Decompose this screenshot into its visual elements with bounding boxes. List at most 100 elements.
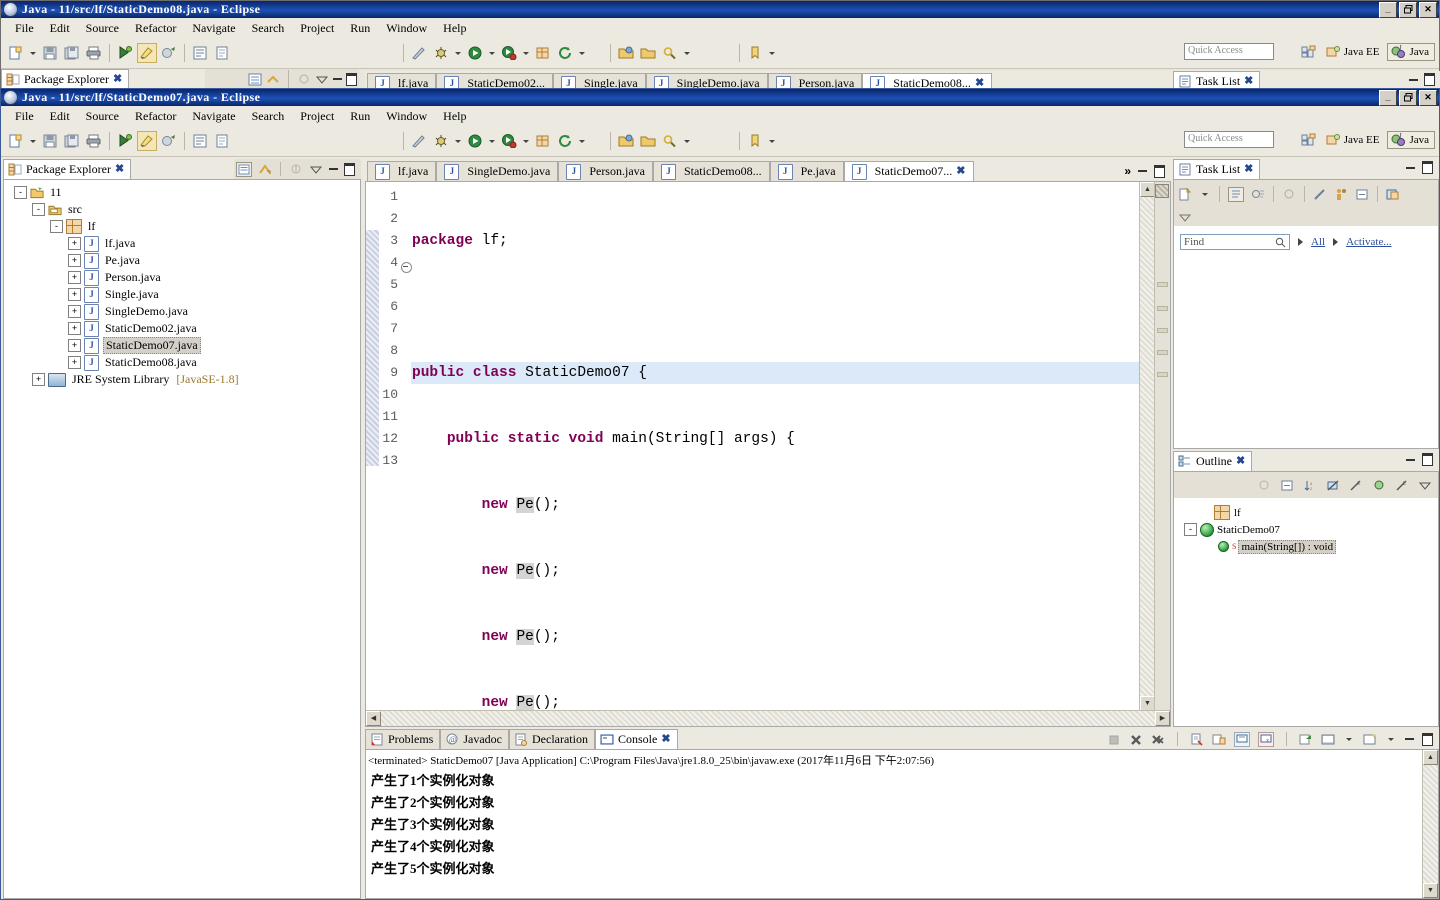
tree-toggle[interactable]: -: [14, 186, 27, 199]
open-type-icon[interactable]: [190, 131, 210, 151]
ruler-occurrence-mark[interactable]: [1157, 328, 1168, 333]
menu-source[interactable]: Source: [78, 20, 127, 37]
maximize-view-icon[interactable]: [1422, 161, 1433, 174]
console-tab[interactable]: Console ✖: [594, 729, 678, 749]
front-menubar[interactable]: File Edit Source Refactor Navigate Searc…: [1, 106, 1439, 126]
outline-view[interactable]: Outline ✖ az S L lf - StaticDemo07 S mai…: [1173, 451, 1439, 727]
debug-last-icon[interactable]: [115, 131, 135, 151]
menu-file[interactable]: File: [7, 20, 42, 37]
editor-tab-lf[interactable]: J lf.java: [367, 161, 437, 181]
menu-search[interactable]: Search: [244, 108, 293, 125]
minimize-view-icon[interactable]: [329, 168, 338, 170]
declaration-tab[interactable]: Declaration: [509, 729, 595, 749]
javadoc-tab[interactable]: @ Javadoc: [440, 729, 509, 749]
task-list-tabstrip[interactable]: Task List ✖: [1173, 159, 1439, 179]
tree-toggle[interactable]: +: [68, 271, 81, 284]
menu-edit[interactable]: Edit: [42, 20, 78, 37]
open-console-caret[interactable]: [1388, 737, 1394, 741]
maximize-view-icon[interactable]: [1424, 73, 1435, 86]
debug-dropdown-caret[interactable]: [455, 51, 461, 55]
new-package-icon[interactable]: [533, 43, 553, 63]
search-caret[interactable]: [684, 51, 690, 55]
bookmark-icon[interactable]: [745, 43, 765, 63]
bookmark-caret[interactable]: [769, 139, 775, 143]
perspective-switcher[interactable]: Java EE J Java: [1298, 130, 1435, 150]
front-toolbar[interactable]: Quick Access Java EE J Java: [1, 126, 1439, 157]
outline-tabstrip[interactable]: Outline ✖: [1173, 451, 1439, 471]
close-icon[interactable]: ✖: [661, 734, 670, 745]
run-config-icon[interactable]: [499, 43, 519, 63]
task-filter-all[interactable]: All: [1311, 236, 1325, 248]
save-all-icon[interactable]: [62, 131, 82, 151]
perspective-switcher[interactable]: Java EE J Java: [1298, 42, 1435, 62]
close-icon[interactable]: ✖: [113, 74, 122, 85]
run-icon[interactable]: [465, 131, 485, 151]
new-icon[interactable]: [6, 43, 26, 63]
maximize-button[interactable]: [1399, 89, 1417, 106]
tree-row-file[interactable]: + J Single.java: [4, 286, 360, 303]
tree-row-file[interactable]: + J lf.java: [4, 235, 360, 252]
background-explorer-view-toolbar[interactable]: [205, 69, 359, 89]
menu-project[interactable]: Project: [292, 20, 342, 37]
minimize-view-icon[interactable]: [1406, 458, 1415, 461]
scroll-down-arrow[interactable]: ▼: [1140, 696, 1155, 711]
close-icon[interactable]: ✖: [1244, 164, 1253, 175]
debug-dropdown-caret[interactable]: [455, 139, 461, 143]
minimize-view-icon[interactable]: [1405, 738, 1414, 740]
pen-icon[interactable]: [409, 131, 429, 151]
quick-access-input[interactable]: Quick Access: [1184, 43, 1274, 60]
scroll-right-arrow[interactable]: ▶: [1155, 711, 1170, 726]
menu-edit[interactable]: Edit: [42, 108, 78, 125]
pen-icon[interactable]: [409, 43, 429, 63]
outline-row-package[interactable]: lf: [1174, 504, 1438, 521]
tree-toggle[interactable]: -: [50, 220, 63, 233]
run-config-caret[interactable]: [523, 139, 529, 143]
editor-area[interactable]: J lf.java J SingleDemo.java J Person.jav…: [365, 159, 1171, 727]
open-type-icon[interactable]: [190, 43, 210, 63]
run-icon[interactable]: [465, 43, 485, 63]
editor-tab-overflow-chevron[interactable]: »: [1124, 164, 1131, 178]
task-list-toolbar[interactable]: [1174, 180, 1438, 208]
menu-window[interactable]: Window: [378, 20, 435, 37]
tree-row-file[interactable]: + J SingleDemo.java: [4, 303, 360, 320]
ruler-occurrence-mark[interactable]: [1157, 306, 1168, 311]
maximize-view-icon[interactable]: [344, 162, 355, 176]
task-list-view[interactable]: Task List ✖ Find All Activate...: [1173, 159, 1439, 449]
close-icon[interactable]: ✖: [1236, 456, 1245, 467]
search-caret[interactable]: [684, 139, 690, 143]
outline-row-class[interactable]: - StaticDemo07: [1174, 521, 1438, 538]
display-console-caret[interactable]: [1346, 737, 1352, 741]
ruler-occurrence-mark[interactable]: [1157, 350, 1168, 355]
run-config-caret[interactable]: [523, 51, 529, 55]
open-perspective-icon[interactable]: [1299, 130, 1319, 150]
front-window-titlebar[interactable]: Java - 11/src/lf/StaticDemo07.java - Ecl…: [1, 89, 1439, 106]
console-vertical-scrollbar[interactable]: ▲ ▼: [1422, 750, 1438, 898]
menu-search[interactable]: Search: [244, 20, 293, 37]
tree-row-file[interactable]: + J StaticDemo02.java: [4, 320, 360, 337]
editor-tab-pe[interactable]: J Pe.java: [769, 161, 844, 181]
open-task-icon[interactable]: [212, 131, 232, 151]
tree-toggle[interactable]: +: [68, 322, 81, 335]
debug-icon[interactable]: [431, 43, 451, 63]
build-icon[interactable]: [159, 131, 179, 151]
tree-toggle[interactable]: +: [68, 356, 81, 369]
menu-help[interactable]: Help: [435, 20, 474, 37]
editor-tab-person[interactable]: J Person.java: [558, 161, 653, 181]
open-folder-icon[interactable]: [616, 43, 636, 63]
editor-tab-singledemo[interactable]: J SingleDemo.java: [436, 161, 559, 181]
package-explorer-tab[interactable]: Package Explorer ✖: [3, 159, 132, 179]
perspective-java-ee[interactable]: Java EE: [1323, 132, 1385, 148]
maximize-view-icon[interactable]: [346, 72, 357, 86]
menu-run[interactable]: Run: [342, 20, 378, 37]
new-package-icon[interactable]: [533, 131, 553, 151]
outline-tab[interactable]: Outline ✖: [1173, 451, 1253, 471]
menu-navigate[interactable]: Navigate: [184, 108, 243, 125]
tree-toggle[interactable]: +: [68, 339, 81, 352]
menu-navigate[interactable]: Navigate: [184, 20, 243, 37]
package-explorer-tree[interactable]: - 11 - src - lf + J lf.java + J Pe.java …: [3, 179, 361, 899]
close-button[interactable]: ✕: [1419, 89, 1437, 106]
code-editor[interactable]: 1 2 3 4 5 6 7 8 9 10 11 12 13 package lf…: [365, 181, 1171, 727]
editor-tab-staticdemo08[interactable]: J StaticDemo08...: [652, 161, 770, 181]
tree-toggle[interactable]: +: [68, 305, 81, 318]
menu-project[interactable]: Project: [292, 108, 342, 125]
